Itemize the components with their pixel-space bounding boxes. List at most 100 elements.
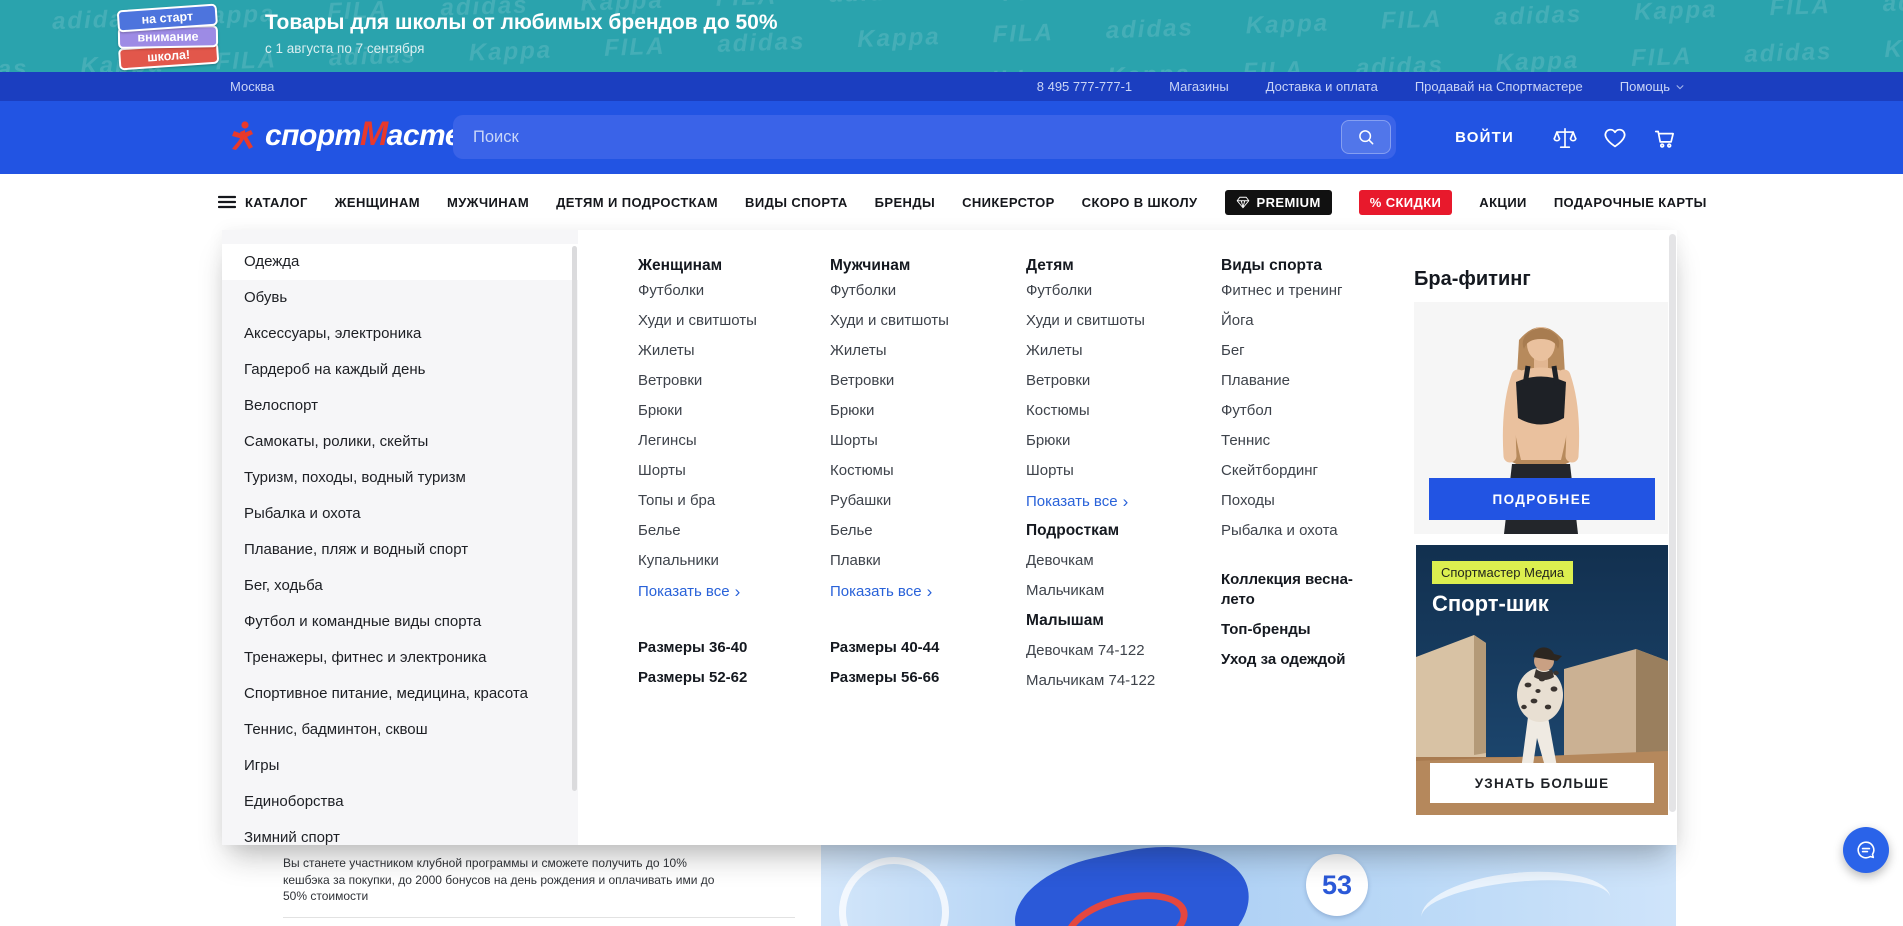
column-kids-title[interactable]: Детям [1026, 257, 1074, 274]
nav-women[interactable]: ЖЕНЩИНАМ [335, 195, 420, 210]
compare-button[interactable] [1552, 125, 1578, 151]
nav-school[interactable]: СКОРО В ШКОЛУ [1082, 195, 1198, 210]
category-link[interactable]: Ветровки [1026, 366, 1206, 396]
login-button[interactable]: ВОЙТИ [1455, 129, 1514, 146]
category-link[interactable]: Худи и свитшоты [638, 306, 818, 336]
sidebar-category[interactable]: Плавание, пляж и водный спорт [222, 532, 578, 568]
category-link[interactable]: Худи и свитшоты [1026, 306, 1206, 336]
category-link[interactable]: Рыбалка и охота [1221, 516, 1376, 546]
category-link[interactable]: Теннис [1221, 426, 1376, 456]
sidebar-category[interactable]: Рыбалка и охота [222, 496, 578, 532]
category-link[interactable]: Плавание [1221, 366, 1376, 396]
category-link[interactable]: Жилеты [638, 336, 818, 366]
utility-link[interactable]: Магазины [1169, 79, 1229, 94]
category-link[interactable]: Скейтбординг [1221, 456, 1376, 486]
menu-scrollbar[interactable] [1669, 234, 1676, 812]
category-link[interactable]: Жилеты [1026, 336, 1206, 366]
search-input[interactable] [453, 128, 1341, 147]
sidebar-category[interactable]: Теннис, бадминтон, сквош [222, 712, 578, 748]
category-link[interactable]: Шорты [638, 456, 818, 486]
category-link[interactable]: Белье [638, 516, 818, 546]
sidebar-category[interactable]: Одежда [222, 244, 578, 280]
category-link[interactable]: Ветровки [830, 366, 1010, 396]
category-link[interactable]: Плавки [830, 546, 1010, 576]
category-link[interactable]: Мальчикам [1026, 576, 1206, 606]
category-link[interactable]: Девочкам [1026, 546, 1206, 576]
nav-promotions[interactable]: АКЦИИ [1479, 195, 1527, 210]
size-link[interactable]: Размеры 40-44 [830, 633, 1010, 663]
column-men-title[interactable]: Мужчинам [830, 257, 910, 274]
utility-link[interactable]: Доставка и оплата [1266, 79, 1378, 94]
teens-title[interactable]: Подросткам [1026, 522, 1119, 539]
sidebar-category[interactable]: Тренажеры, фитнес и электроника [222, 640, 578, 676]
sidebar-category[interactable]: Туризм, походы, водный туризм [222, 460, 578, 496]
category-link[interactable]: Ветровки [638, 366, 818, 396]
category-link[interactable]: Шорты [1026, 456, 1206, 486]
women-show-all-link[interactable]: Показать все › [638, 576, 818, 606]
sidebar-category[interactable]: Самокаты, ролики, скейты [222, 424, 578, 460]
nav-sneakerstore[interactable]: СНИКЕРСТОР [962, 195, 1055, 210]
sidebar-category[interactable]: Бег, ходьба [222, 568, 578, 604]
featured-link[interactable]: Уход за одеждой [1221, 650, 1376, 670]
sidebar-category[interactable]: Зимний спорт [222, 820, 578, 845]
category-link[interactable]: Жилеты [830, 336, 1010, 366]
category-link[interactable]: Костюмы [830, 456, 1010, 486]
category-link[interactable]: Худи и свитшоты [830, 306, 1010, 336]
kids-show-all-link[interactable]: Показать все › [1026, 486, 1206, 516]
size-link[interactable]: Размеры 36-40 [638, 633, 818, 663]
category-link[interactable]: Рубашки [830, 486, 1010, 516]
featured-link[interactable]: Топ-бренды [1221, 620, 1376, 640]
nav-men[interactable]: МУЖЧИНАМ [447, 195, 529, 210]
nav-brands[interactable]: БРЕНДЫ [875, 195, 935, 210]
category-link[interactable]: Костюмы [1026, 396, 1206, 426]
sidebar-category[interactable]: Велоспорт [222, 388, 578, 424]
category-link[interactable]: Футболки [1026, 276, 1206, 306]
category-link[interactable]: Футбол [1221, 396, 1376, 426]
sidebar-category[interactable]: Гардероб на каждый день [222, 352, 578, 388]
category-link[interactable]: Брюки [638, 396, 818, 426]
media-button[interactable]: УЗНАТЬ БОЛЬШЕ [1430, 763, 1654, 803]
category-link[interactable]: Фитнес и тренинг [1221, 276, 1376, 306]
cart-button[interactable] [1652, 125, 1678, 151]
utility-link[interactable]: Продавай на Спортмастере [1415, 79, 1583, 94]
sidebar-category[interactable]: Спортивное питание, медицина, красота [222, 676, 578, 712]
babies-title[interactable]: Малышам [1026, 612, 1104, 629]
sidebar-category[interactable]: Единоборства [222, 784, 578, 820]
size-link[interactable]: Размеры 56-66 [830, 663, 1010, 693]
category-link[interactable]: Легинсы [638, 426, 818, 456]
search-button[interactable] [1341, 120, 1391, 154]
category-link[interactable]: Купальники [638, 546, 818, 576]
sidebar-category[interactable]: Футбол и командные виды спорта [222, 604, 578, 640]
chat-button[interactable] [1843, 827, 1889, 873]
nav-premium[interactable]: PREMIUM [1225, 190, 1332, 215]
category-link[interactable]: Футболки [830, 276, 1010, 306]
nav-catalog[interactable]: КАТАЛОГ [218, 195, 308, 210]
men-show-all-link[interactable]: Показать все › [830, 576, 1010, 606]
sidebar-category[interactable]: Обувь [222, 280, 578, 316]
nav-sports[interactable]: ВИДЫ СПОРТА [745, 195, 848, 210]
sidebar-category[interactable]: Аксессуары, электроника [222, 316, 578, 352]
category-link[interactable]: Шорты [830, 426, 1010, 456]
featured-link[interactable]: Коллекция весна-лето [1221, 570, 1376, 610]
category-link[interactable]: Белье [830, 516, 1010, 546]
category-link[interactable]: Брюки [830, 396, 1010, 426]
help-menu[interactable]: Помощь [1620, 79, 1685, 94]
favorites-button[interactable] [1602, 125, 1628, 151]
category-link[interactable]: Мальчикам 74-122 [1026, 666, 1206, 696]
category-link[interactable]: Бег [1221, 336, 1376, 366]
nav-gift-cards[interactable]: ПОДАРОЧНЫЕ КАРТЫ [1554, 195, 1707, 210]
city-selector[interactable]: Москва [230, 79, 274, 94]
category-link[interactable]: Футболки [638, 276, 818, 306]
nav-kids[interactable]: ДЕТЯМ И ПОДРОСТКАМ [556, 195, 718, 210]
nav-discounts[interactable]: % СКИДКИ [1359, 190, 1453, 215]
sidebar-category[interactable]: Игры [222, 748, 578, 784]
category-link[interactable]: Йога [1221, 306, 1376, 336]
bra-fitting-banner[interactable]: ПОДРОБНЕЕ [1414, 302, 1668, 534]
column-sports-title[interactable]: Виды спорта [1221, 257, 1322, 274]
category-link[interactable]: Девочкам 74-122 [1026, 636, 1206, 666]
category-link[interactable]: Топы и бра [638, 486, 818, 516]
phone-link[interactable]: 8 495 777-777-1 [1037, 79, 1132, 94]
category-link[interactable]: Походы [1221, 486, 1376, 516]
media-card[interactable]: Спортмастер Медиа Спорт-шик УЗНАТЬ БОЛЬШ… [1416, 545, 1668, 815]
search-bar[interactable] [453, 115, 1396, 159]
